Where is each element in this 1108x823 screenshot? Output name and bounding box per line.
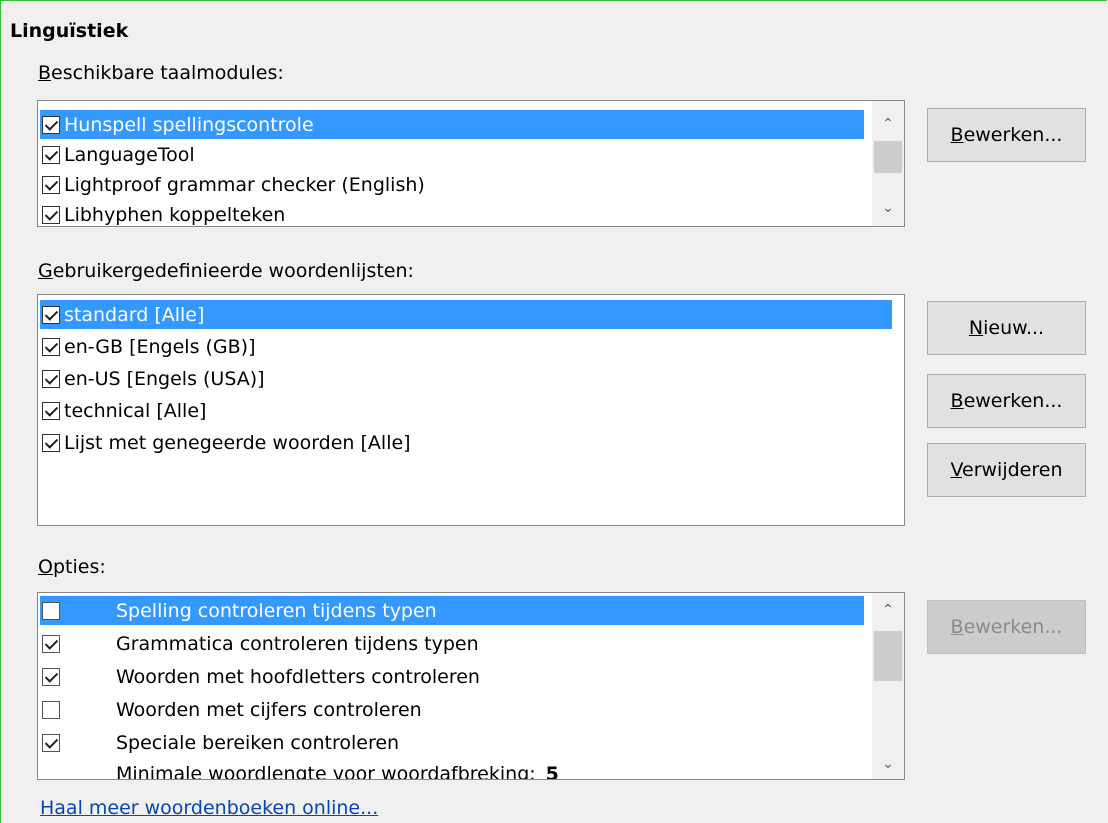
checkbox-icon[interactable] bbox=[42, 115, 60, 134]
scroll-down-icon[interactable]: ⌄ bbox=[872, 751, 904, 777]
list-item[interactable]: Libhyphen koppelteken bbox=[40, 200, 864, 226]
list-item[interactable]: Speciale bereiken controleren bbox=[40, 728, 864, 757]
checkbox-icon[interactable] bbox=[42, 733, 60, 752]
checkbox-icon[interactable] bbox=[42, 401, 60, 420]
dictionaries-list[interactable]: standard [Alle] en-GB [Engels (GB)] en-U… bbox=[37, 294, 905, 526]
list-item[interactable]: Lightproof grammar checker (English) bbox=[40, 170, 864, 199]
list-item[interactable]: Woorden met cijfers controleren bbox=[40, 695, 864, 724]
scroll-up-icon[interactable]: ⌃ bbox=[872, 597, 904, 623]
scroll-thumb[interactable] bbox=[874, 141, 902, 173]
min-word-length-value: 5 bbox=[545, 762, 559, 780]
checkbox-icon[interactable] bbox=[42, 700, 60, 719]
checkbox-icon[interactable] bbox=[42, 337, 60, 356]
checkbox-icon[interactable] bbox=[42, 175, 60, 194]
options-scrollbar[interactable]: ⌃ ⌄ bbox=[872, 593, 904, 779]
dictionaries-edit-button[interactable]: Bewerken... bbox=[927, 374, 1086, 428]
dictionaries-label: Gebruikergedefinieerde woordenlijsten: bbox=[38, 260, 414, 282]
checkbox-icon[interactable] bbox=[42, 305, 60, 324]
list-item[interactable]: LanguageTool bbox=[40, 140, 864, 169]
checkbox-icon[interactable] bbox=[42, 667, 60, 686]
list-item[interactable]: Minimale woordlengte voor woordafbreking… bbox=[40, 759, 864, 780]
section-title: Linguïstiek bbox=[10, 20, 129, 42]
modules-label: Beschikbare taalmodules: bbox=[38, 62, 284, 84]
dictionaries-new-button[interactable]: Nieuw... bbox=[927, 301, 1086, 355]
modules-edit-button[interactable]: Bewerken... bbox=[927, 108, 1086, 162]
list-item[interactable]: Spelling controleren tijdens typen bbox=[40, 596, 864, 625]
list-item[interactable]: Lijst met genegeerde woorden [Alle] bbox=[40, 428, 892, 457]
list-item[interactable]: en-US [Engels (USA)] bbox=[40, 364, 892, 393]
list-item[interactable]: en-GB [Engels (GB)] bbox=[40, 332, 892, 361]
checkbox-icon[interactable] bbox=[42, 369, 60, 388]
checkbox-icon[interactable] bbox=[42, 205, 60, 224]
scroll-down-icon[interactable]: ⌄ bbox=[872, 195, 904, 221]
list-item[interactable]: Grammatica controleren tijdens typen bbox=[40, 629, 864, 658]
options-label: Opties: bbox=[38, 556, 106, 578]
scroll-thumb[interactable] bbox=[874, 631, 902, 681]
scroll-up-icon[interactable]: ⌃ bbox=[872, 111, 904, 137]
list-item[interactable]: Woorden met hoofdletters controleren bbox=[40, 662, 864, 691]
options-edit-button[interactable]: Bewerken... bbox=[927, 600, 1086, 654]
checkbox-icon[interactable] bbox=[42, 634, 60, 653]
dictionaries-delete-button[interactable]: Verwijderen bbox=[927, 443, 1086, 497]
checkbox-icon[interactable] bbox=[42, 433, 60, 452]
more-dictionaries-link[interactable]: Haal meer woordenboeken online... bbox=[40, 797, 378, 819]
list-item[interactable]: standard [Alle] bbox=[40, 300, 892, 329]
checkbox-icon[interactable] bbox=[42, 145, 60, 164]
checkbox-icon[interactable] bbox=[42, 601, 60, 620]
list-item[interactable]: Hunspell spellingscontrole bbox=[40, 110, 864, 139]
modules-scrollbar[interactable]: ⌃ ⌄ bbox=[872, 101, 904, 226]
options-list[interactable]: Spelling controleren tijdens typen Gramm… bbox=[37, 592, 905, 780]
modules-list[interactable]: Hunspell spellingscontrole LanguageTool … bbox=[37, 100, 905, 227]
list-item[interactable]: technical [Alle] bbox=[40, 396, 892, 425]
